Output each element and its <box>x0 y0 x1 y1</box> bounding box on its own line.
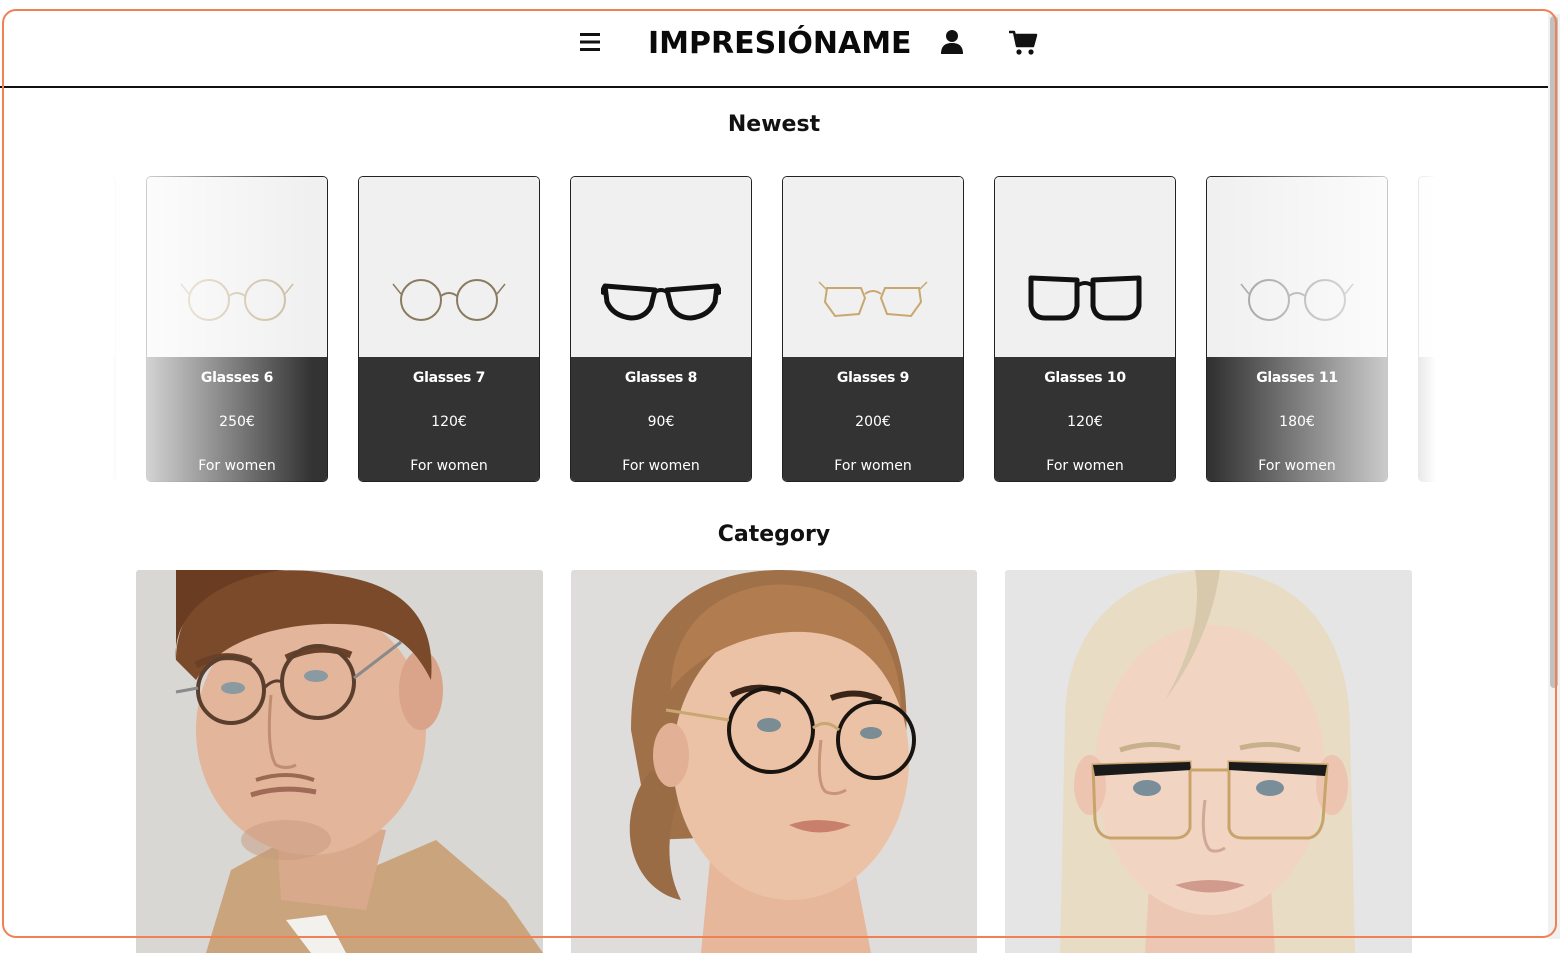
product-image <box>783 177 963 357</box>
product-card[interactable]: Glasses 8 90€ For women <box>570 176 752 482</box>
header-bar: IMPRESIÓNAME <box>578 24 1048 64</box>
product-name: Glasses 9 <box>836 370 910 386</box>
product-audience: For women <box>1258 458 1336 474</box>
product-info: Glasses 6 250€ For women <box>147 357 327 481</box>
glasses-illustration <box>1028 275 1142 321</box>
product-audience: For women <box>622 458 700 474</box>
product-info: Glasses 11 180€ For women <box>1207 357 1387 481</box>
scrollbar-thumb[interactable] <box>1550 16 1558 688</box>
glasses-illustration <box>392 279 506 321</box>
product-info: Glasses 10 120€ For women <box>995 357 1175 481</box>
category-tile-unisex[interactable] <box>1005 570 1412 953</box>
product-audience: For women <box>834 458 912 474</box>
carousel-track: Glasses 6 250€ For women Glasses 7 120€ For … <box>112 176 1436 482</box>
category-tile-women[interactable] <box>571 570 977 953</box>
product-price: 180€ <box>1279 414 1315 430</box>
product-card[interactable]: Glasses 10 120€ For women <box>994 176 1176 482</box>
category-section-title: Category <box>717 522 831 547</box>
product-price: 120€ <box>431 414 467 430</box>
product-name: Glasses 8 <box>624 370 698 386</box>
glasses-illustration <box>180 279 294 321</box>
woman-with-glasses-photo <box>571 570 977 953</box>
product-info <box>1419 357 1436 481</box>
product-price: 250€ <box>219 414 255 430</box>
product-card-partial[interactable] <box>1418 176 1436 482</box>
product-card[interactable]: Glasses 7 120€ For women <box>358 176 540 482</box>
glasses-illustration <box>1240 279 1354 321</box>
product-price: 90€ <box>647 414 675 430</box>
product-price: 200€ <box>855 414 891 430</box>
newest-section-title: Newest <box>727 112 821 137</box>
product-image <box>112 177 115 357</box>
product-info: Glasses 9 200€ For women <box>783 357 963 481</box>
product-card[interactable]: Glasses 11 180€ For women <box>1206 176 1388 482</box>
glasses-illustration <box>818 281 928 318</box>
product-image <box>995 177 1175 357</box>
product-image <box>1419 177 1436 357</box>
site-header: IMPRESIÓNAME <box>0 14 1548 88</box>
product-card-partial[interactable] <box>112 176 116 482</box>
category-tile-men[interactable] <box>136 570 543 953</box>
product-audience: For women <box>1046 458 1124 474</box>
glasses-illustration <box>601 283 721 321</box>
hamburger-menu-icon[interactable] <box>578 32 602 52</box>
blonde-woman-with-glasses-photo <box>1005 570 1412 953</box>
shopping-cart-icon[interactable] <box>1008 30 1038 56</box>
product-name: Glasses 7 <box>412 370 486 386</box>
product-image <box>147 177 327 357</box>
product-name: Glasses 10 <box>1044 370 1126 386</box>
brand-logo[interactable]: IMPRESIÓNAME <box>648 24 912 64</box>
man-with-glasses-photo <box>136 570 543 953</box>
product-name: Glasses 11 <box>1256 370 1338 386</box>
page-scrollbar[interactable] <box>1548 14 1560 939</box>
product-card[interactable]: Glasses 6 250€ For women <box>146 176 328 482</box>
product-card[interactable]: Glasses 9 200€ For women <box>782 176 964 482</box>
product-info: Glasses 8 90€ For women <box>571 357 751 481</box>
user-icon[interactable] <box>940 29 964 55</box>
product-info <box>112 357 115 481</box>
product-name: Glasses 6 <box>200 370 274 386</box>
product-image <box>1207 177 1387 357</box>
product-price: 120€ <box>1067 414 1103 430</box>
newest-carousel[interactable]: Glasses 6 250€ For women Glasses 7 120€ For … <box>112 176 1436 482</box>
product-audience: For women <box>198 458 276 474</box>
product-image <box>359 177 539 357</box>
product-info: Glasses 7 120€ For women <box>359 357 539 481</box>
product-image <box>571 177 751 357</box>
product-audience: For women <box>410 458 488 474</box>
